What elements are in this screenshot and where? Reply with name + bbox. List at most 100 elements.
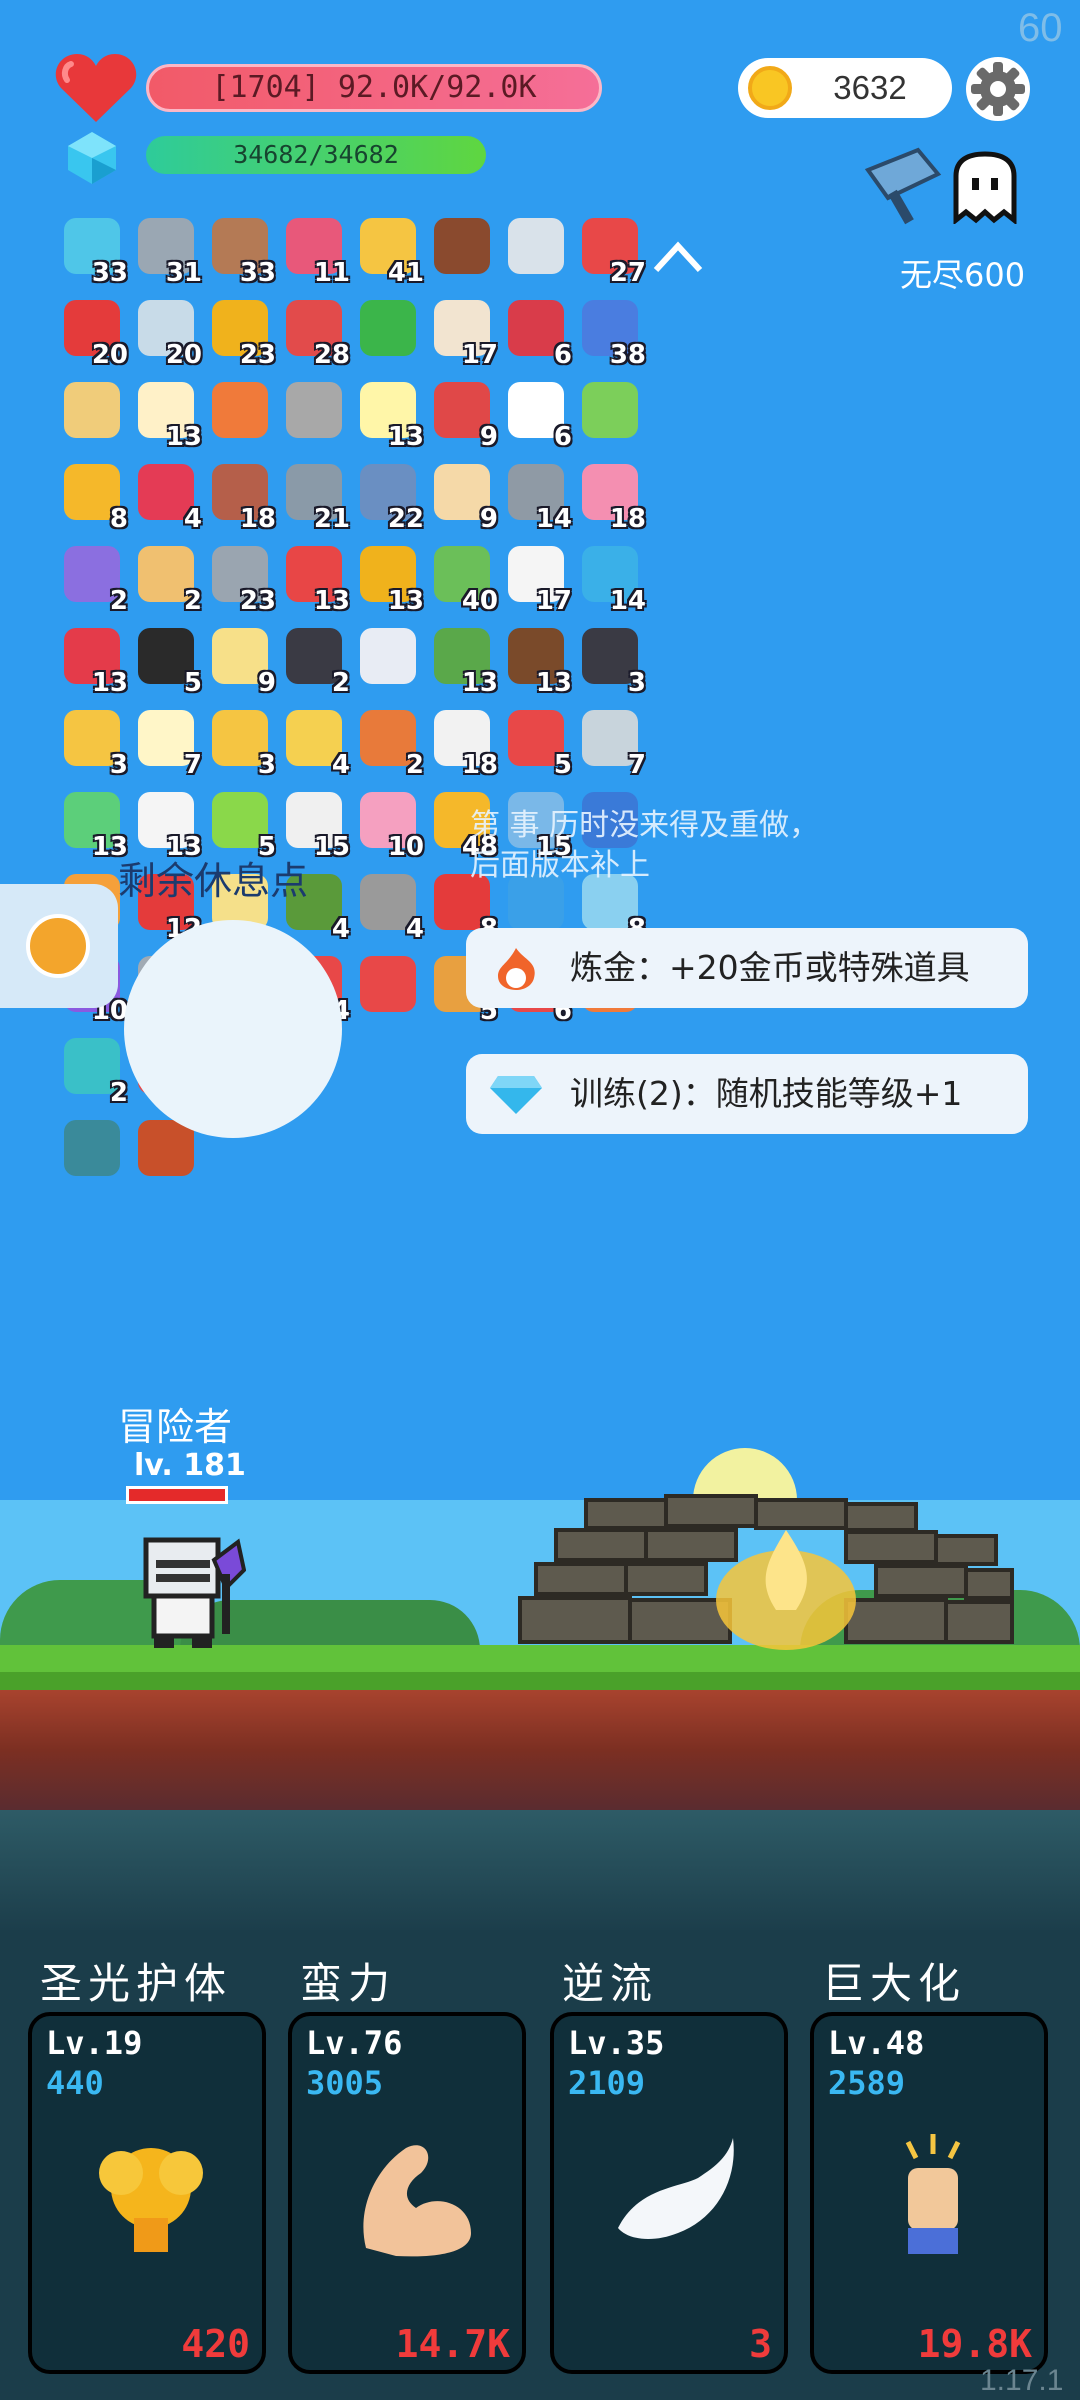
inventory-item[interactable] bbox=[58, 378, 130, 450]
item-count: 33 bbox=[239, 258, 276, 288]
inventory-item[interactable] bbox=[576, 378, 648, 450]
inventory-item[interactable]: 22 bbox=[354, 460, 426, 534]
ghost-icon[interactable] bbox=[948, 150, 1022, 224]
item-count: 13 bbox=[387, 422, 424, 452]
inventory-item[interactable]: 7 bbox=[132, 706, 204, 780]
inventory-item[interactable] bbox=[502, 214, 574, 286]
inventory-item[interactable] bbox=[58, 1116, 130, 1188]
settings-gear-icon[interactable] bbox=[965, 56, 1031, 122]
inventory-item[interactable] bbox=[354, 296, 426, 368]
inventory-item[interactable]: 5 bbox=[132, 624, 204, 698]
selection-circle[interactable] bbox=[124, 920, 342, 1138]
skill-card[interactable]: Lv.48 2589 19.8K bbox=[810, 2012, 1048, 2374]
option-alchemy-text: 炼金：+20金币或特殊道具 bbox=[570, 948, 970, 987]
inventory-item[interactable]: 2 bbox=[58, 1034, 130, 1108]
inventory-item[interactable]: 20 bbox=[132, 296, 204, 370]
skill-card[interactable]: Lv.76 3005 14.7K bbox=[288, 2012, 526, 2374]
inventory-item[interactable]: 5 bbox=[502, 706, 574, 780]
flexed-arm-icon bbox=[363, 2145, 471, 2257]
inventory-item[interactable]: 2 bbox=[280, 624, 352, 698]
coin-value: 3632 bbox=[833, 69, 907, 106]
boss-axe-icon[interactable] bbox=[858, 140, 948, 230]
inventory-item[interactable]: 13 bbox=[354, 378, 426, 452]
inventory-item[interactable]: 13 bbox=[502, 624, 574, 698]
chevron-up-icon[interactable] bbox=[652, 238, 704, 274]
skill-card[interactable]: Lv.35 2109 3 bbox=[550, 2012, 788, 2374]
skill-power: 2589 bbox=[828, 2064, 906, 2102]
player-hp-bar bbox=[126, 1486, 228, 1504]
bookmark-icon bbox=[360, 956, 416, 1012]
inventory-item[interactable]: 28 bbox=[280, 296, 352, 370]
inventory-item[interactable]: 41 bbox=[354, 214, 426, 288]
inventory-item[interactable]: 9 bbox=[206, 624, 278, 698]
inventory-item[interactable]: 13 bbox=[280, 542, 352, 616]
raised-fist-icon bbox=[905, 2134, 961, 2254]
inventory-item[interactable]: 31 bbox=[132, 214, 204, 288]
inventory-item[interactable]: 17 bbox=[502, 542, 574, 616]
inventory-item[interactable]: 40 bbox=[428, 542, 500, 616]
inventory-item[interactable] bbox=[280, 378, 352, 450]
inventory-item[interactable]: 9 bbox=[428, 460, 500, 534]
knight-player-sprite[interactable] bbox=[128, 1534, 246, 1650]
inventory-item[interactable]: 9 bbox=[428, 378, 500, 452]
inventory-item[interactable]: 3 bbox=[576, 624, 648, 698]
inventory-item[interactable]: 4 bbox=[132, 460, 204, 534]
inventory-item[interactable]: 27 bbox=[576, 214, 648, 288]
item-count: 2 bbox=[331, 668, 350, 698]
inventory-item[interactable]: 20 bbox=[58, 296, 130, 370]
inventory-item[interactable]: 13 bbox=[58, 624, 130, 698]
inventory-item[interactable]: 38 bbox=[576, 296, 648, 370]
item-count: 11 bbox=[313, 258, 350, 288]
inventory-item[interactable]: 14 bbox=[576, 542, 648, 616]
item-count: 7 bbox=[183, 750, 202, 780]
inventory-item[interactable]: 13 bbox=[132, 378, 204, 452]
inventory-item[interactable]: 11 bbox=[280, 214, 352, 288]
heart-icon bbox=[55, 54, 137, 122]
item-count: 38 bbox=[609, 340, 646, 370]
inventory-item[interactable] bbox=[354, 624, 426, 696]
option-alchemy-card[interactable]: 炼金：+20金币或特殊道具 bbox=[466, 928, 1028, 1008]
inventory-item[interactable]: 4 bbox=[354, 870, 426, 944]
inventory-item[interactable]: 2 bbox=[354, 706, 426, 780]
inventory-item[interactable]: 17 bbox=[428, 296, 500, 370]
item-count: 33 bbox=[91, 258, 128, 288]
inventory-item[interactable]: 6 bbox=[502, 296, 574, 370]
skill-level: Lv.35 bbox=[568, 2024, 665, 2062]
inventory-item[interactable] bbox=[206, 378, 278, 450]
item-count: 4 bbox=[405, 914, 424, 944]
biohazard-icon bbox=[360, 300, 416, 356]
inventory-item[interactable]: 23 bbox=[206, 542, 278, 616]
inventory-item[interactable]: 8 bbox=[58, 460, 130, 534]
inventory-item[interactable]: 33 bbox=[58, 214, 130, 288]
inventory-item[interactable]: 33 bbox=[206, 214, 278, 288]
inventory-item[interactable]: 2 bbox=[132, 542, 204, 616]
inventory-item[interactable]: 2 bbox=[58, 542, 130, 616]
diamond-icon bbox=[490, 1076, 542, 1114]
inventory-item[interactable]: 18 bbox=[206, 460, 278, 534]
coin-counter: 3632 bbox=[738, 58, 952, 118]
inventory-item[interactable]: 10 bbox=[354, 788, 426, 862]
item-count: 4 bbox=[331, 750, 350, 780]
inventory-item[interactable] bbox=[428, 214, 500, 286]
inventory-item[interactable]: 23 bbox=[206, 296, 278, 370]
inventory-item[interactable]: 14 bbox=[502, 460, 574, 534]
side-tab-button[interactable] bbox=[0, 884, 118, 1008]
inventory-item[interactable]: 3 bbox=[58, 706, 130, 780]
inventory-item[interactable]: 13 bbox=[354, 542, 426, 616]
option-training-card[interactable]: 训练(2)：随机技能等级+1 bbox=[466, 1054, 1028, 1134]
inventory-item[interactable]: 3 bbox=[206, 706, 278, 780]
item-count: 4 bbox=[183, 504, 202, 534]
inventory-item[interactable]: 6 bbox=[502, 378, 574, 452]
item-count: 18 bbox=[239, 504, 276, 534]
endless-label[interactable]: 无尽600 bbox=[900, 250, 1025, 296]
skill-card[interactable]: Lv.19 440 420 bbox=[28, 2012, 266, 2374]
inventory-item[interactable]: 18 bbox=[428, 706, 500, 780]
inventory-item[interactable]: 7 bbox=[576, 706, 648, 780]
coin-icon bbox=[748, 66, 792, 110]
inventory-item[interactable]: 4 bbox=[280, 706, 352, 780]
inventory-item[interactable]: 18 bbox=[576, 460, 648, 534]
inventory-item[interactable] bbox=[354, 952, 426, 1024]
inventory-item[interactable]: 13 bbox=[428, 624, 500, 698]
item-count: 13 bbox=[313, 586, 350, 616]
inventory-item[interactable]: 21 bbox=[280, 460, 352, 534]
